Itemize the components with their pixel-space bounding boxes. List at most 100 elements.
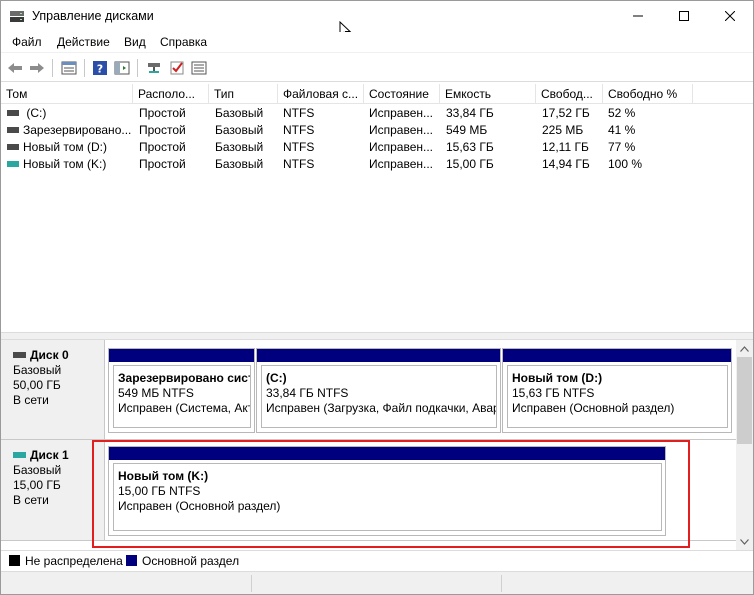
volume-row[interactable]: (C:) Простой Базовый NTFS Исправен... 33… (1, 105, 753, 122)
graph-pane-scrollbar[interactable] (736, 340, 753, 550)
volume-free: 225 МБ (542, 123, 584, 137)
primary-partition-swatch (126, 555, 137, 566)
column-header-volume[interactable]: Том (1, 84, 133, 104)
volume-name: (C:) (23, 106, 47, 120)
column-header-status[interactable]: Состояние (364, 84, 440, 104)
svg-text:?: ? (97, 63, 103, 76)
volume-name: Зарезервировано... (23, 123, 131, 137)
disk-0-info[interactable]: Диск 0 Базовый 50,00 ГБ В сети (1, 340, 105, 440)
volume-status: Исправен... (369, 123, 434, 137)
volume-row[interactable]: Новый том (D:) Простой Базовый NTFS Испр… (1, 139, 753, 156)
close-button[interactable] (707, 1, 753, 31)
disk-size: 50,00 ГБ (13, 378, 61, 392)
volume-free: 14,94 ГБ (542, 157, 590, 171)
volume-layout: Простой (139, 157, 186, 171)
volume-list[interactable]: Том Располо... Тип Файловая с... Состоян… (1, 84, 753, 332)
legend: Не распределена Основной раздел (1, 550, 753, 570)
hdd-icon (7, 143, 19, 150)
status-bar (1, 571, 753, 594)
disk-graph-pane: Диск 0 Базовый 50,00 ГБ В сети Зарезерви… (1, 340, 753, 550)
volume-filesystem: NTFS (283, 123, 315, 137)
maximize-button[interactable] (661, 1, 707, 31)
forward-arrow-icon[interactable] (27, 58, 47, 78)
partition-d[interactable]: Новый том (D:) 15,63 ГБ NTFS Исправен (О… (502, 348, 732, 433)
volume-free: 12,11 ГБ (542, 140, 589, 154)
volume-list-header: Том Располо... Тип Файловая с... Состоян… (1, 84, 753, 104)
column-header-layout[interactable]: Располо... (133, 84, 209, 104)
volume-row[interactable]: Зарезервировано... Простой Базовый NTFS … (1, 122, 753, 139)
disk-1-row: Диск 1 Базовый 15,00 ГБ В сети Новый том… (1, 440, 736, 540)
volume-capacity: 15,00 ГБ (446, 157, 494, 171)
volume-type: Базовый (215, 123, 264, 137)
partition-size: 549 МБ NTFS (118, 386, 194, 400)
volume-layout: Простой (139, 140, 186, 154)
volume-status: Исправен... (369, 157, 434, 171)
column-header-type[interactable]: Тип (209, 84, 278, 104)
disk-state: В сети (13, 393, 49, 407)
disk-management-window: Управление дисками Файл Действие Вид Спр… (0, 0, 754, 595)
menu-action[interactable]: Действие (57, 35, 110, 49)
minimize-button[interactable] (615, 1, 661, 31)
partition-size: 15,00 ГБ NTFS (118, 484, 201, 498)
unallocated-swatch (9, 555, 20, 566)
help-icon[interactable]: ? (90, 58, 110, 78)
volume-free-percent: 41 % (608, 123, 636, 137)
disk-type: Базовый (13, 363, 62, 377)
volume-filesystem: NTFS (283, 140, 315, 154)
partition-title: Новый том (D:) (512, 371, 603, 385)
volume-free-percent: 52 % (608, 106, 636, 120)
menu-bar: Файл Действие Вид Справка (1, 32, 753, 53)
menu-help[interactable]: Справка (160, 35, 207, 49)
volume-free: 17,52 ГБ (542, 106, 590, 120)
column-header-filesystem[interactable]: Файловая с... (278, 84, 364, 104)
window-title: Управление дисками (32, 9, 154, 23)
pane-splitter[interactable] (1, 332, 753, 340)
hdd-icon (7, 126, 19, 133)
disk-size: 15,00 ГБ (13, 478, 61, 492)
disk-name: Диск 0 (30, 348, 69, 362)
disk-type: Базовый (13, 463, 62, 477)
scroll-down-arrow-icon[interactable] (736, 533, 753, 550)
volume-name: Новый том (D:) (23, 140, 107, 154)
column-header-free[interactable]: Свобод... (536, 84, 603, 104)
partition-c[interactable]: (C:) 33,84 ГБ NTFS Исправен (Загрузка, Ф… (256, 348, 501, 433)
scroll-thumb[interactable] (737, 357, 752, 444)
menu-file[interactable]: Файл (12, 35, 42, 49)
legend-primary-label: Основной раздел (142, 554, 240, 568)
disk-0-row: Диск 0 Базовый 50,00 ГБ В сети Зарезерви… (1, 340, 736, 440)
partition-status: Исправен (Основной раздел) (512, 401, 675, 415)
hdd-icon (13, 351, 26, 358)
title-bar[interactable]: Управление дисками (1, 1, 753, 39)
toolbar: ? (1, 54, 753, 82)
volume-filesystem: NTFS (283, 157, 315, 171)
check-icon[interactable] (167, 58, 187, 78)
volume-name: Новый том (K:) (23, 157, 107, 171)
partition-reserved[interactable]: Зарезервировано сист 549 МБ NTFS Исправе… (108, 348, 255, 433)
back-arrow-icon[interactable] (5, 58, 25, 78)
volume-filesystem: NTFS (283, 106, 315, 120)
column-header-free-percent[interactable]: Свободно % (603, 84, 693, 104)
legend-unallocated-label: Не распределена (25, 554, 123, 568)
connect-icon[interactable] (144, 58, 164, 78)
partition-size: 33,84 ГБ NTFS (266, 386, 349, 400)
disk-1-info[interactable]: Диск 1 Базовый 15,00 ГБ В сети (1, 440, 105, 540)
partition-k[interactable]: Новый том (K:) 15,00 ГБ NTFS Исправен (О… (108, 446, 666, 536)
volume-row[interactable]: Новый том (K:) Простой Базовый NTFS Испр… (1, 156, 753, 173)
properties-icon[interactable] (59, 58, 79, 78)
volume-capacity: 15,63 ГБ (446, 140, 494, 154)
volume-free-percent: 77 % (608, 140, 636, 154)
partition-status: Исправен (Система, Акт (118, 401, 251, 415)
menu-view[interactable]: Вид (124, 35, 146, 49)
scroll-up-arrow-icon[interactable] (736, 340, 753, 357)
volume-free-percent: 100 % (608, 157, 643, 171)
volume-capacity: 33,84 ГБ (446, 106, 494, 120)
column-header-capacity[interactable]: Емкость (440, 84, 536, 104)
console-icon[interactable] (112, 58, 132, 78)
partition-size: 15,63 ГБ NTFS (512, 386, 595, 400)
hdd-icon (7, 109, 19, 116)
disk-name: Диск 1 (30, 448, 69, 462)
disk-state: В сети (13, 493, 49, 507)
list-icon[interactable] (189, 58, 209, 78)
partition-title: Зарезервировано сист (118, 371, 251, 385)
volume-type: Базовый (215, 106, 264, 120)
